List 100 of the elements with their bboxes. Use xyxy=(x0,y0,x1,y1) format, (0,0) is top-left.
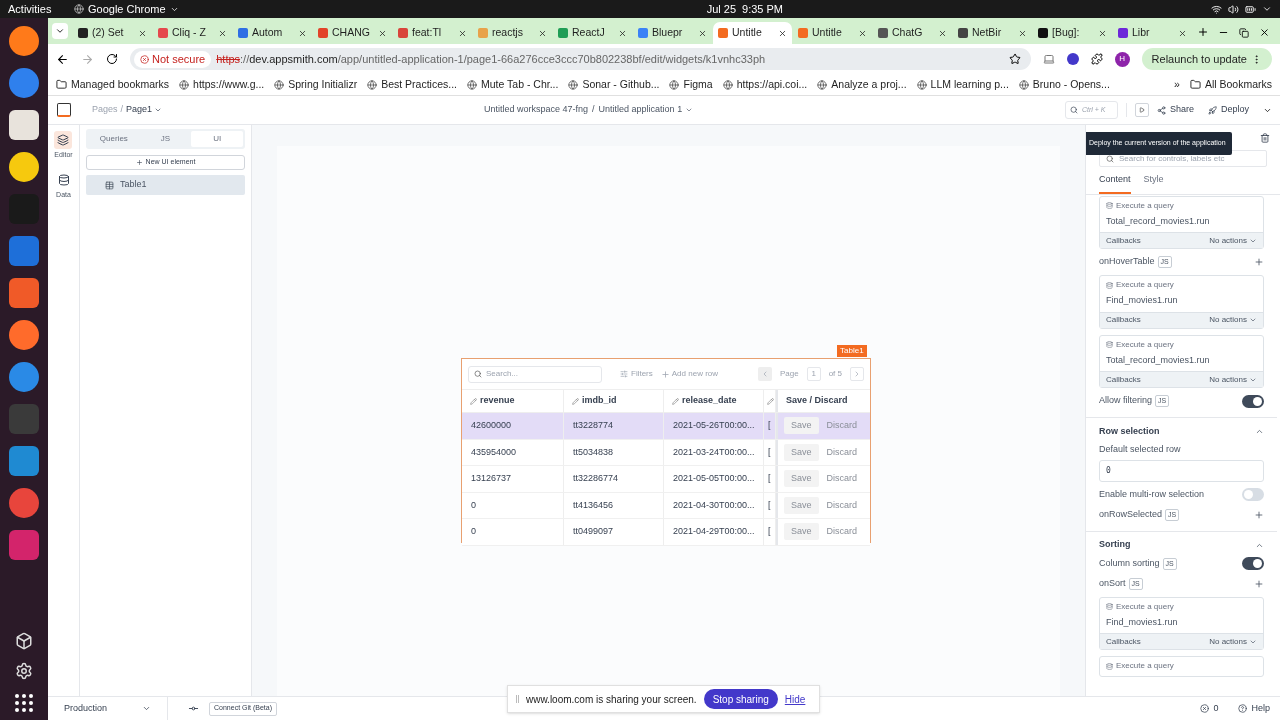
caret-icon[interactable] xyxy=(1262,4,1272,14)
browser-tab[interactable]: ChatG xyxy=(873,22,952,44)
widget-list-item[interactable]: Table1 xyxy=(86,175,245,195)
app-menu[interactable]: Google Chrome xyxy=(88,0,166,18)
actions-dropdown[interactable]: No actions xyxy=(1209,635,1257,648)
table-row[interactable]: 435954000 tt5034838 2021-03-24T00:00... [ Save Discard xyxy=(462,439,870,466)
browser-tab[interactable]: Autom xyxy=(233,22,312,44)
reload-icon[interactable] xyxy=(106,53,118,65)
bookmark[interactable]: Best Practices... xyxy=(367,76,457,93)
bookmark[interactable]: Analyze a proj... xyxy=(817,76,907,93)
close-icon[interactable] xyxy=(298,28,307,38)
environment-selector[interactable]: Production xyxy=(48,697,168,720)
preview-button[interactable] xyxy=(1134,103,1149,117)
pane-tab[interactable]: Content xyxy=(1099,172,1131,194)
discard-button[interactable]: Discard xyxy=(826,445,858,459)
browser-tab[interactable]: CHANG xyxy=(313,22,392,44)
hide-link[interactable]: Hide xyxy=(784,691,806,707)
bookmark[interactable]: Bruno - Opens... xyxy=(1018,76,1110,93)
help-link[interactable]: Help xyxy=(1251,701,1270,716)
back-icon[interactable] xyxy=(56,52,69,66)
restore-icon[interactable] xyxy=(1239,27,1249,38)
pane-tab[interactable]: Style xyxy=(1143,172,1164,194)
section-title[interactable]: Sorting xyxy=(1099,538,1131,552)
browser-tab[interactable]: ReactJ xyxy=(553,22,632,44)
error-icon[interactable] xyxy=(1200,704,1210,713)
delete-icon[interactable] xyxy=(1260,132,1270,143)
table-row[interactable]: 0 tt4136456 2021-04-30T00:00... [ Save Discard xyxy=(462,492,870,519)
battery-icon[interactable] xyxy=(1245,3,1256,15)
bookmark[interactable]: https://www.g... xyxy=(179,76,265,93)
close-icon[interactable] xyxy=(1259,27,1270,38)
close-icon[interactable] xyxy=(138,28,147,38)
toggle-switch[interactable] xyxy=(1242,557,1264,570)
extension-icon[interactable] xyxy=(1066,53,1079,65)
bookmark-star-icon[interactable] xyxy=(1008,53,1021,65)
relaunch-button[interactable]: Relaunch to update xyxy=(1141,48,1272,70)
table-row[interactable]: 13126737 tt32286774 2021-05-05T00:00... [ Save Discard xyxy=(462,466,870,493)
clock-date[interactable]: Jul 25 xyxy=(706,0,736,18)
profile-avatar[interactable]: H xyxy=(1114,51,1130,67)
settings-icon[interactable] xyxy=(15,662,33,680)
add-icon[interactable] xyxy=(1254,509,1264,520)
all-bookmarks[interactable]: All Bookmarks xyxy=(1189,76,1272,93)
workspace-name[interactable]: Untitled workspace 47-fng xyxy=(484,103,589,117)
table-row[interactable]: 0 tt0499097 2021-04-29T00:00... [ Save Discard xyxy=(462,519,870,546)
close-icon[interactable] xyxy=(378,28,387,38)
logo-icon[interactable] xyxy=(57,103,71,117)
app-grid-icon[interactable] xyxy=(15,694,33,712)
volume-icon[interactable] xyxy=(1228,3,1239,15)
toggle-switch[interactable] xyxy=(1242,394,1264,408)
column-header[interactable]: release_date xyxy=(664,390,764,412)
action-value[interactable]: Total_record_movies1.run xyxy=(1106,353,1257,367)
close-icon[interactable] xyxy=(538,28,547,38)
bookmark[interactable]: Sonar - Github... xyxy=(568,76,660,93)
close-icon[interactable] xyxy=(858,28,867,38)
browser-tab[interactable]: [Bug]: xyxy=(1033,22,1112,44)
segment-tab[interactable]: Queries xyxy=(88,131,140,147)
bookmark[interactable]: Spring Initializr xyxy=(274,76,358,93)
close-icon[interactable] xyxy=(778,28,787,38)
new-tab-icon[interactable] xyxy=(1197,26,1209,38)
close-icon[interactable] xyxy=(1098,28,1107,38)
deploy-button[interactable]: Deploy xyxy=(1202,103,1255,117)
close-icon[interactable] xyxy=(218,28,227,38)
browser-tab[interactable]: reactjs xyxy=(473,22,552,44)
browser-tab[interactable]: Untitle xyxy=(793,22,872,44)
discard-button[interactable]: Discard xyxy=(826,472,858,486)
drag-handle-icon[interactable] xyxy=(516,695,519,703)
discard-button[interactable]: Discard xyxy=(826,525,858,539)
browser-tab[interactable]: Libr xyxy=(1113,22,1192,44)
bookmark[interactable]: Managed bookmarks xyxy=(56,76,170,93)
bookmark[interactable]: LLM learning p... xyxy=(916,76,1009,93)
action-value[interactable]: Total_record_movies1.run xyxy=(1106,214,1257,228)
git-icon[interactable] xyxy=(188,703,199,714)
actions-dropdown[interactable]: No actions xyxy=(1209,373,1257,386)
cast-icon[interactable] xyxy=(1042,53,1055,65)
input-field[interactable]: 0 xyxy=(1099,459,1264,482)
wifi-icon[interactable] xyxy=(1211,3,1222,15)
more-bookmarks-button[interactable]: » xyxy=(1174,76,1180,93)
bookmark[interactable]: Figma xyxy=(669,76,713,93)
close-icon[interactable] xyxy=(1178,28,1187,38)
segment-tab[interactable]: JS xyxy=(139,131,192,147)
bookmark[interactable]: Mute Tab - Chr... xyxy=(467,76,559,93)
close-icon[interactable] xyxy=(618,28,627,38)
close-icon[interactable] xyxy=(938,28,947,38)
browser-tab[interactable]: Cliq - Z xyxy=(153,22,232,44)
bookmark[interactable]: https://api.coi... xyxy=(722,76,808,93)
add-icon[interactable] xyxy=(1254,578,1264,589)
collapse-icon[interactable] xyxy=(1255,427,1264,436)
action-value[interactable]: Find_movies1.run xyxy=(1106,294,1257,308)
column-header[interactable]: imdb_id xyxy=(564,390,664,412)
close-icon[interactable] xyxy=(698,28,707,38)
add-icon[interactable] xyxy=(1254,257,1264,267)
browser-tab[interactable]: Bluepr xyxy=(633,22,712,44)
activities-button[interactable]: Activities xyxy=(8,0,74,18)
stop-sharing-button[interactable]: Stop sharing xyxy=(703,689,778,709)
column-header[interactable]: revenue xyxy=(462,390,564,412)
action-value[interactable]: Find_movies1.run xyxy=(1106,615,1257,629)
error-count[interactable]: 0 xyxy=(1213,701,1219,716)
application-selector[interactable]: Untitled application 1 xyxy=(598,103,694,117)
page-selector[interactable]: Page1 xyxy=(126,103,163,117)
box-icon[interactable] xyxy=(15,632,33,650)
actions-dropdown[interactable]: No actions xyxy=(1209,314,1257,326)
